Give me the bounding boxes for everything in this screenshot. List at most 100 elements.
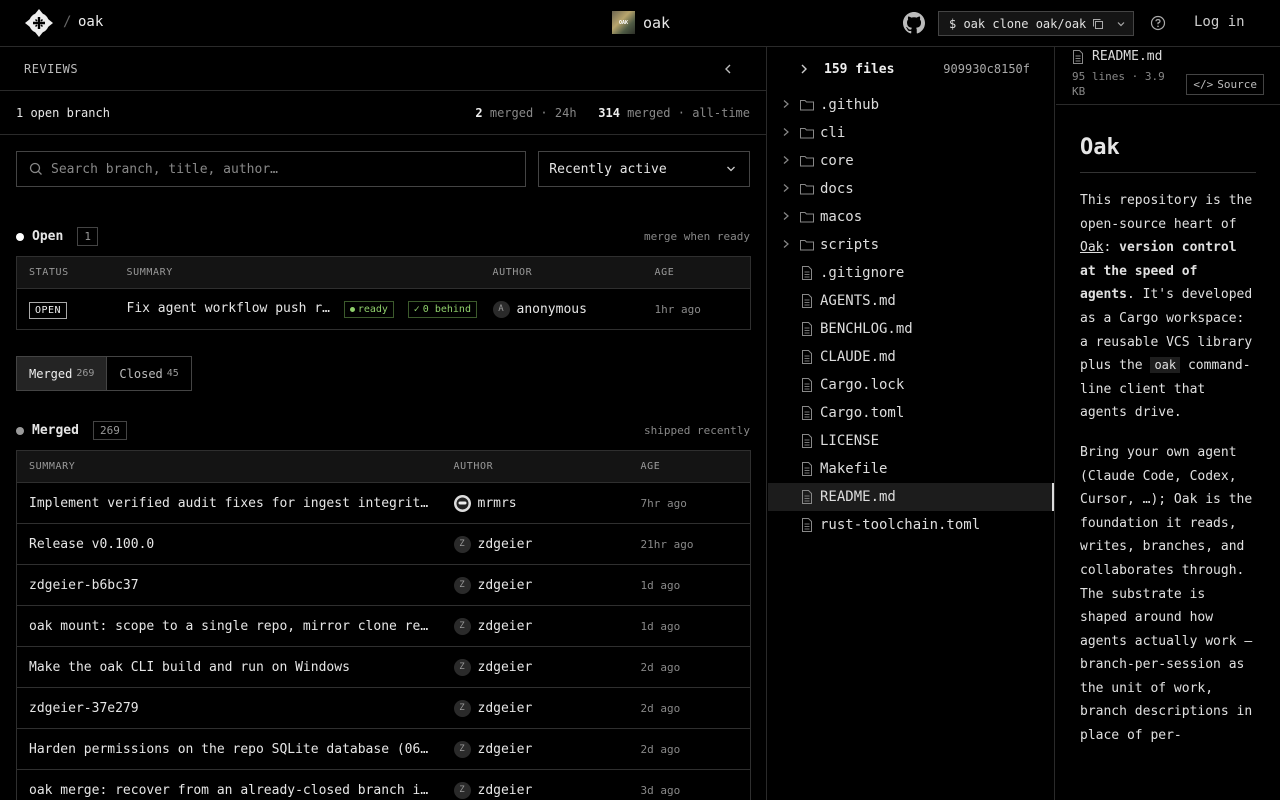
- row-summary: oak merge: recover from an already-close…: [29, 782, 435, 798]
- commit-hash[interactable]: 909930c8150f: [943, 62, 1030, 76]
- row-author[interactable]: zdgeier: [478, 660, 533, 675]
- tree-file[interactable]: LICENSE: [768, 427, 1054, 455]
- status-badge: OPEN: [29, 301, 68, 319]
- row-summary: oak mount: scope to a single repo, mirro…: [29, 618, 435, 634]
- avatar: Z: [453, 535, 471, 553]
- repo-name: oak: [643, 13, 671, 32]
- tree-file[interactable]: .gitignore: [768, 259, 1054, 287]
- tree-file[interactable]: BENCHLOG.md: [768, 315, 1054, 343]
- tree-file[interactable]: README.md: [768, 483, 1054, 511]
- view-source-button[interactable]: </> Source: [1186, 74, 1264, 95]
- row-author[interactable]: zdgeier: [478, 742, 533, 757]
- row-author[interactable]: zdgeier: [478, 783, 533, 798]
- folder-icon: [800, 128, 814, 139]
- row-author[interactable]: zdgeier: [478, 578, 533, 593]
- table-row[interactable]: zdgeier-b6bc37 Zzdgeier 1d ago: [16, 564, 751, 606]
- login-link[interactable]: Log in: [1194, 14, 1245, 30]
- search-icon: [29, 162, 42, 175]
- merged-24h-label: merged · 24h: [489, 105, 577, 120]
- tab-merged[interactable]: Merged 269: [17, 357, 107, 390]
- column-header: AGE: [628, 450, 751, 483]
- row-author[interactable]: mrmrs: [478, 496, 517, 511]
- open-section-note: merge when ready: [644, 230, 750, 243]
- table-row[interactable]: Release v0.100.0 Zzdgeier 21hr ago: [16, 523, 751, 565]
- table-row[interactable]: Make the oak CLI build and run on Window…: [16, 646, 751, 688]
- search-input[interactable]: Search branch, title, author…: [16, 151, 527, 187]
- open-branch-count: 1 open branch: [16, 105, 110, 120]
- repo-avatar: OAK: [612, 11, 635, 34]
- column-header: AUTHOR: [441, 450, 629, 483]
- row-author[interactable]: zdgeier: [478, 619, 533, 634]
- table-row[interactable]: Harden permissions on the repo SQLite da…: [16, 728, 751, 770]
- row-author[interactable]: zdgeier: [478, 701, 533, 716]
- tree-file[interactable]: AGENTS.md: [768, 287, 1054, 315]
- review-stats: 1 open branch 2 merged · 24h 314 merged …: [0, 91, 766, 135]
- row-summary: zdgeier-b6bc37: [29, 577, 139, 593]
- readme-filename: README.md: [1092, 49, 1163, 64]
- row-summary: Implement verified audit fixes for inges…: [29, 495, 435, 511]
- chevron-right-icon[interactable]: [798, 63, 810, 75]
- row-author[interactable]: zdgeier: [478, 537, 533, 552]
- chevron-right-icon[interactable]: [782, 211, 792, 224]
- reviews-panel: REVIEWS 1 open branch 2 merged · 24h 314…: [0, 47, 767, 800]
- tree-folder[interactable]: docs: [768, 175, 1054, 203]
- ready-dot: [349, 306, 355, 312]
- oak-link[interactable]: Oak: [1080, 240, 1103, 255]
- clone-command-button[interactable]: $ oak clone oak/oak: [938, 11, 1134, 36]
- file-icon: [802, 350, 812, 364]
- tree-folder[interactable]: cli: [768, 119, 1054, 147]
- file-count: 159 files: [824, 61, 895, 77]
- file-tree-panel: 159 files 909930c8150f .github cli core doc…: [768, 47, 1055, 800]
- tree-folder[interactable]: .github: [768, 91, 1054, 119]
- tree-folder[interactable]: macos: [768, 203, 1054, 231]
- table-row[interactable]: OPEN Fix agent workflow push r… ready ✓ 0…: [16, 288, 751, 330]
- behind-badge: ✓ 0 behind: [407, 300, 477, 318]
- logo-icon[interactable]: [24, 8, 54, 38]
- copy-icon[interactable]: [1092, 18, 1104, 30]
- chevron-down-icon[interactable]: [1116, 19, 1126, 29]
- chevron-left-icon[interactable]: [722, 63, 734, 75]
- table-row[interactable]: oak merge: recover from an already-close…: [16, 769, 751, 800]
- table-row[interactable]: oak mount: scope to a single repo, mirro…: [16, 605, 751, 647]
- github-icon[interactable]: [903, 12, 925, 34]
- sort-select[interactable]: Recently active: [538, 151, 750, 187]
- chevron-right-icon[interactable]: [782, 155, 792, 168]
- chevron-right-icon[interactable]: [782, 239, 792, 252]
- repo-title[interactable]: OAK oak: [612, 11, 670, 34]
- file-icon: [802, 462, 812, 476]
- chevron-right-icon[interactable]: [782, 183, 792, 196]
- folder-icon: [800, 212, 814, 223]
- file-icon: [802, 266, 812, 280]
- row-author[interactable]: anonymous: [517, 302, 587, 317]
- file-icon: [802, 294, 812, 308]
- tree-file[interactable]: Makefile: [768, 455, 1054, 483]
- avatar: Z: [453, 740, 471, 758]
- merged-branches-table: SUMMARY AUTHOR AGE Implement verified au…: [16, 450, 751, 800]
- help-icon[interactable]: [1150, 15, 1166, 31]
- table-row[interactable]: zdgeier-37e279 Zzdgeier 2d ago: [16, 687, 751, 729]
- open-count-badge: 1: [77, 227, 98, 246]
- tree-file[interactable]: Cargo.toml: [768, 399, 1054, 427]
- tree-file[interactable]: CLAUDE.md: [768, 343, 1054, 371]
- breadcrumb[interactable]: oak: [78, 14, 103, 30]
- table-row[interactable]: Implement verified audit fixes for inges…: [16, 482, 751, 524]
- readme-panel: README.md 95 lines · 3.9 KB </> Source O…: [1056, 47, 1280, 800]
- tab-closed[interactable]: Closed 45: [106, 357, 190, 390]
- chevron-right-icon[interactable]: [782, 99, 792, 112]
- tree-folder[interactable]: core: [768, 147, 1054, 175]
- row-age: 2d ago: [628, 646, 751, 688]
- tree-item-label: .gitignore: [820, 265, 905, 281]
- tree-file[interactable]: Cargo.lock: [768, 371, 1054, 399]
- file-icon: [802, 378, 812, 392]
- chevron-right-icon[interactable]: [782, 127, 792, 140]
- row-summary: Release v0.100.0: [29, 536, 155, 552]
- merged-status-dot: [16, 426, 24, 435]
- tree-folder[interactable]: scripts: [768, 231, 1054, 259]
- tree-item-label: docs: [820, 181, 854, 197]
- file-icon: [802, 406, 812, 420]
- tree-file[interactable]: rust-toolchain.toml: [768, 511, 1054, 539]
- open-section-header: Open 1 merge when ready: [16, 227, 750, 246]
- sort-value: Recently active: [549, 161, 667, 177]
- open-branches-table: STATUS SUMMARY AUTHOR AGE OPEN Fix agent…: [16, 256, 751, 330]
- open-status-dot: [16, 232, 24, 241]
